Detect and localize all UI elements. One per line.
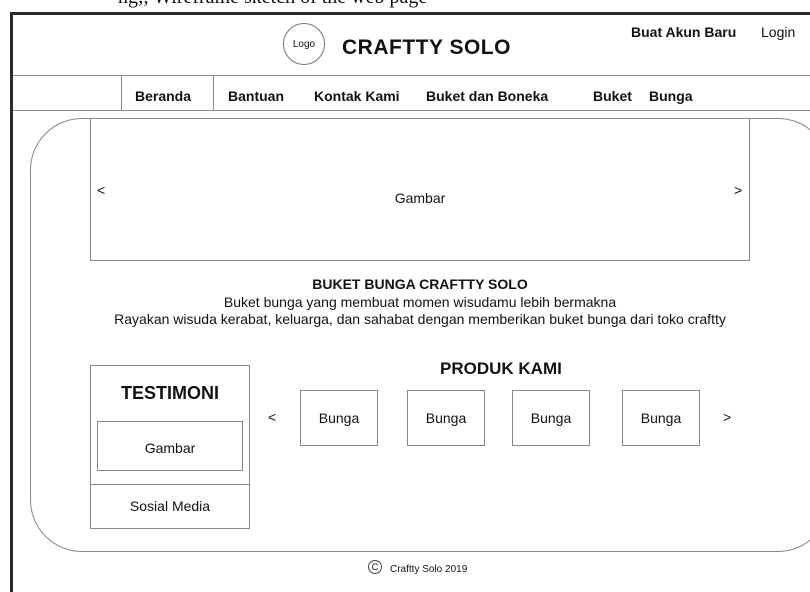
copyright-icon: C [368,560,382,574]
product-card[interactable]: Bunga [407,390,485,446]
product-card-label: Bunga [530,410,572,426]
nav-item-bantuan[interactable]: Bantuan [228,88,284,104]
social-media-link[interactable]: Sosial Media [90,498,250,514]
testimoni-divider [90,484,250,485]
product-card[interactable]: Bunga [512,390,590,446]
hero-description: Rayakan wisuda kerabat, keluarga, dan sa… [114,311,726,327]
copyright-symbol: C [371,562,379,572]
logo[interactable]: Logo [283,23,325,65]
product-card[interactable]: Bunga [622,390,700,446]
nav-separator-1 [213,76,214,110]
clipped-top-text-content: ng;, Wireframe sketch of the web page [118,0,427,9]
product-card[interactable]: Bunga [300,390,378,446]
hero-tagline: Buket bunga yang membuat momen wisudamu … [223,294,617,310]
nav-item-buket[interactable]: Buket [593,88,632,104]
testimoni-image-label: Gambar [144,440,196,456]
site-title: CRAFTTY SOLO [342,36,511,59]
nav-separator-left [121,76,122,110]
login-link[interactable]: Login [761,24,795,40]
nav-divider [13,110,810,111]
banner-next-button[interactable]: > [734,182,742,198]
banner-image-placeholder: Gambar [394,190,446,206]
nav-item-bunga[interactable]: Bunga [649,88,693,104]
testimoni-title: TESTIMONI [121,383,219,403]
nav-item-buket-dan-boneka[interactable]: Buket dan Boneka [426,88,548,104]
hero-title: BUKET BUNGA CRAFTTY SOLO [312,276,528,292]
clipped-top-text: ng;, Wireframe sketch of the web page [0,0,810,12]
products-title: PRODUK KAMI [440,359,562,378]
signup-link[interactable]: Buat Akun Baru [631,24,736,40]
footer-copyright-text: Craftty Solo 2019 [390,564,468,575]
nav-item-kontak-kami[interactable]: Kontak Kami [314,88,400,104]
header-divider [13,75,810,76]
logo-label: Logo [292,38,316,50]
nav-item-beranda[interactable]: Beranda [135,88,191,104]
product-card-label: Bunga [640,410,682,426]
products-prev-button[interactable]: < [268,409,276,425]
product-card-label: Bunga [318,410,360,426]
product-card-label: Bunga [425,410,467,426]
products-next-button[interactable]: > [723,409,731,425]
